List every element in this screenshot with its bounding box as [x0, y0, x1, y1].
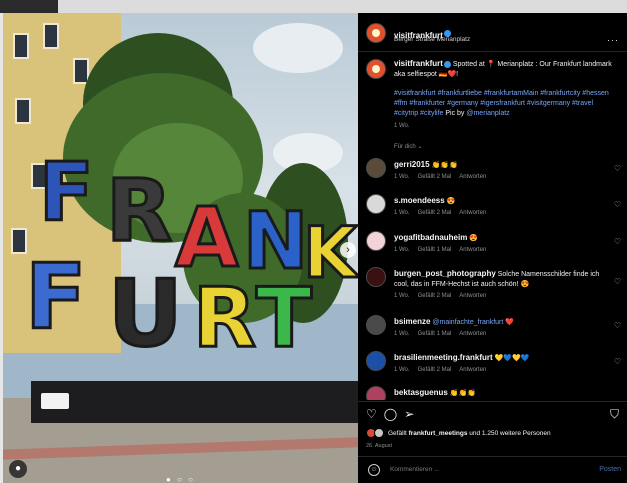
caption-username[interactable]: visitfrankfurt	[394, 59, 443, 68]
post-location[interactable]: Berger Straße Merianplatz	[394, 36, 470, 43]
comment-item: yogafitbadnauheim 😍 1 Wo. Gefällt 1 Mal An…	[358, 231, 627, 261]
more-options-icon[interactable]: ···	[607, 35, 619, 45]
platform-logo	[41, 393, 69, 409]
caption: visitfrankfurt Spotted at 📍 Merianplatz …	[358, 59, 627, 159]
comment-like-count[interactable]: Gefällt 2 Mal	[418, 367, 452, 373]
sign-letter: R	[104, 161, 173, 261]
caption-text-block: visitfrankfurt Spotted at 📍 Merianplatz …	[394, 59, 616, 80]
comment-text: 👏👏👏	[431, 162, 458, 169]
next-image-arrow-icon[interactable]: ›	[340, 242, 356, 258]
like-summary[interactable]: Gefällt frankfurt_meetings und 1.250 wei…	[388, 430, 551, 437]
comment-text: @mainfachte_frankfurt ❤️	[432, 319, 514, 326]
commenter-avatar[interactable]	[366, 158, 386, 178]
comment-icon[interactable]: ◯	[384, 407, 397, 421]
comment-like-heart-icon[interactable]: ♡	[614, 164, 621, 173]
input-divider	[358, 456, 627, 457]
comment-item: brasilienmeeting.frankfurt 💛💙💛💙 1 Wo. Gef…	[358, 351, 627, 381]
commenter-avatar[interactable]	[366, 351, 386, 371]
comment-text: 👏👏👏	[449, 390, 476, 397]
author-avatar[interactable]	[366, 23, 386, 43]
commenter-avatar[interactable]	[366, 315, 386, 335]
commenter-username[interactable]: s.moendeess	[394, 196, 445, 205]
post-image[interactable]: F R A N K F U R T › ● ● ○ ○	[3, 13, 358, 483]
caption-age: 1 Wo.	[394, 123, 410, 129]
reply-button[interactable]: Antworten	[459, 174, 486, 180]
reply-button[interactable]: Antworten	[459, 293, 486, 299]
comment-like-heart-icon[interactable]: ♡	[614, 200, 621, 209]
comment-like-count[interactable]: Gefällt 1 Mal	[418, 331, 452, 337]
sign-letter: N	[241, 197, 309, 287]
commenter-username[interactable]: burgen_post_photography	[394, 269, 496, 278]
bookmark-icon[interactable]: ⛉	[610, 407, 619, 422]
commenter-username[interactable]: yogafitbadnauheim	[394, 233, 467, 242]
post-actions: ♡ ◯ ➢	[366, 407, 421, 421]
window	[15, 98, 31, 124]
browser-top-strip	[0, 0, 627, 13]
comment-like-heart-icon[interactable]: ♡	[614, 321, 621, 330]
sign-letter: A	[173, 191, 239, 286]
comment-item: s.moendeess 😍 1 Wo. Gefällt 2 Mal Antworte…	[358, 194, 627, 224]
comment-like-count[interactable]: Gefällt 1 Mal	[418, 247, 452, 253]
post-panel: visitfrankfurt Berger Straße Merianplatz…	[358, 13, 627, 483]
cloud	[253, 23, 343, 73]
see-translation-link[interactable]: Für dich ⌄	[394, 143, 422, 150]
actions-divider	[358, 401, 627, 402]
commenter-username[interactable]: brasilienmeeting.frankfurt	[394, 353, 493, 362]
comment-input[interactable]: Kommentieren ...	[390, 466, 440, 473]
sign-letter: U	[107, 260, 185, 367]
comment-age: 1 Wo.	[394, 210, 410, 216]
emoji-picker-icon[interactable]: ☺	[368, 464, 380, 476]
carousel-dots-icon: ● ○ ○	[166, 475, 195, 483]
window	[43, 23, 59, 49]
comment-text: 💛💙💛💙	[494, 355, 530, 362]
comment-age: 1 Wo.	[394, 331, 410, 337]
caption-avatar[interactable]	[366, 59, 386, 79]
reply-button[interactable]: Antworten	[459, 331, 486, 337]
reply-button[interactable]: Antworten	[459, 247, 486, 253]
commenter-avatar[interactable]	[366, 267, 386, 287]
comment-like-count[interactable]: Gefällt 2 Mal	[418, 210, 452, 216]
comment-like-count[interactable]: Gefällt 2 Mal	[418, 293, 452, 299]
comment-age: 1 Wo.	[394, 367, 410, 373]
comment-text: 😍	[469, 235, 479, 242]
pavement-stripe	[3, 435, 358, 461]
comment-like-heart-icon[interactable]: ♡	[614, 277, 621, 286]
commenter-avatar[interactable]	[366, 386, 386, 400]
comment-item: bsimenze @mainfachte_frankfurt ❤️ 1 Wo. G…	[358, 315, 627, 345]
window	[13, 33, 29, 59]
post-date: 26. August	[366, 443, 392, 449]
commenter-avatar[interactable]	[366, 231, 386, 251]
caption-hashtags[interactable]: #visitfrankfurt #frankfurtliebe #frankfu…	[394, 89, 616, 119]
comment-age: 1 Wo.	[394, 293, 410, 299]
verified-badge-icon	[443, 60, 451, 68]
post-header: visitfrankfurt Berger Straße Merianplatz…	[358, 21, 627, 47]
header-divider	[358, 51, 627, 52]
comment-text: 😍	[446, 198, 456, 205]
send-icon[interactable]: ➢	[404, 407, 414, 421]
comment-like-heart-icon[interactable]: ♡	[614, 357, 621, 366]
sign-letter: T	[255, 271, 314, 366]
commenter-username[interactable]: bsimenze	[394, 317, 430, 326]
browser-tab-dark	[0, 0, 58, 13]
comment-like-heart-icon[interactable]: ♡	[614, 237, 621, 246]
sign-letter: R	[191, 271, 257, 366]
comment-like-count[interactable]: Gefällt 2 Mal	[418, 174, 452, 180]
heart-icon[interactable]: ♡	[366, 407, 377, 421]
sign-platform	[31, 381, 358, 423]
comment-age: 1 Wo.	[394, 247, 410, 253]
post-comment-button[interactable]: Posten	[599, 466, 621, 473]
reply-button[interactable]: Antworten	[459, 367, 486, 373]
comment-item: burgen_post_photography Solche Namenssch…	[358, 267, 627, 309]
comment-item: bektasguenus 👏👏👏	[358, 386, 627, 400]
liker-avatars	[366, 428, 388, 438]
commenter-avatar[interactable]	[366, 194, 386, 214]
reply-button[interactable]: Antworten	[459, 210, 486, 216]
commenter-username[interactable]: gerri2015	[394, 160, 430, 169]
comment-age: 1 Wo.	[394, 174, 410, 180]
commenter-username[interactable]: bektasguenus	[394, 388, 448, 397]
sign-letter: F	[23, 245, 88, 350]
comment-item: gerri2015 👏👏👏 1 Wo. Gefällt 2 Mal Antworte…	[358, 158, 627, 188]
sign-letter: F	[38, 146, 96, 239]
